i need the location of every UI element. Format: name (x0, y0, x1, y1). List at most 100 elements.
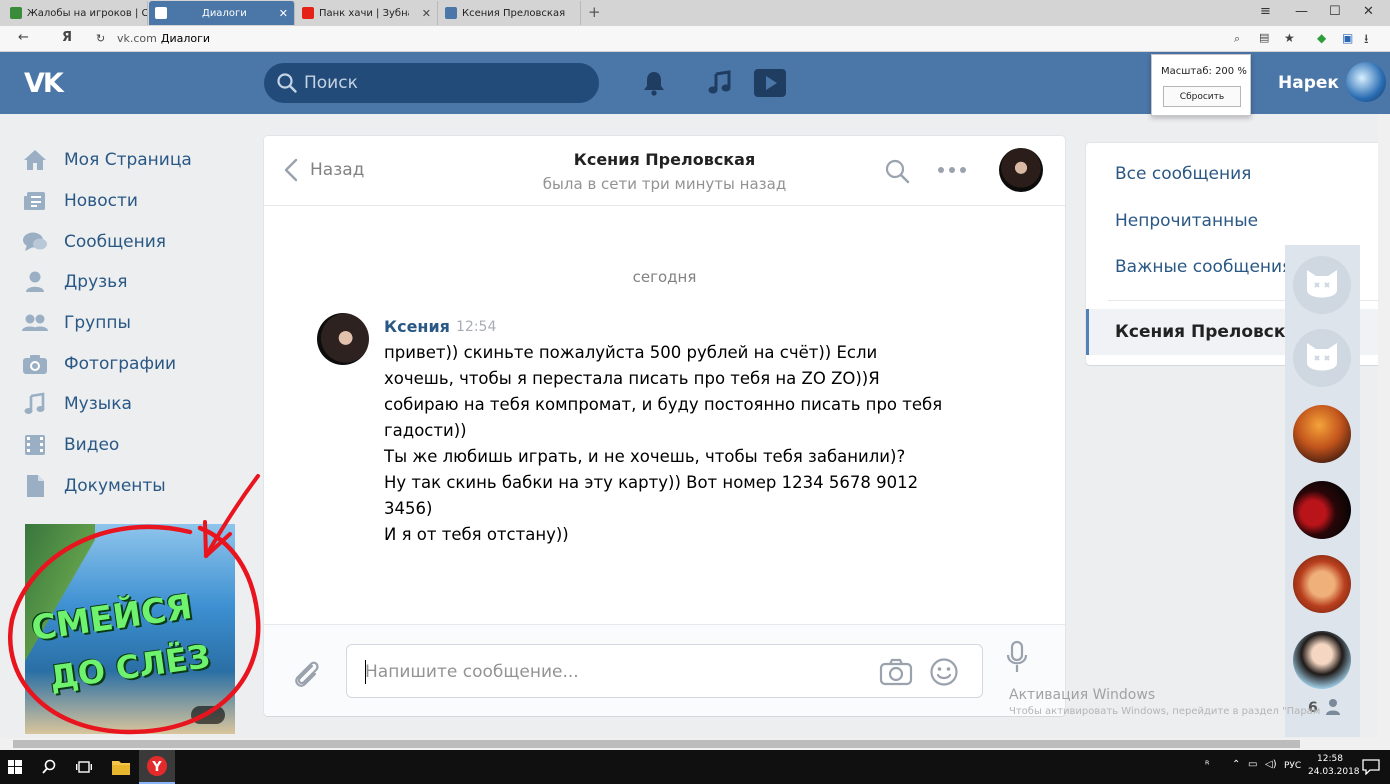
minimize-icon[interactable]: — (1295, 4, 1308, 19)
search-input[interactable] (304, 71, 584, 95)
filter-important[interactable]: Важные сообщения (1115, 257, 1292, 277)
reader-icon[interactable]: ▤ (1259, 31, 1269, 44)
network-icon[interactable]: ▭ (1248, 759, 1257, 770)
message-input[interactable] (365, 659, 855, 685)
day-separator: сегодня (632, 268, 697, 286)
friend-avatar[interactable] (1293, 256, 1351, 314)
sidebar-item-label: Сообщения (64, 231, 167, 252)
scrollbar-thumb[interactable] (13, 740, 1300, 748)
person-icon[interactable] (1325, 698, 1341, 716)
sidebar-item-news[interactable]: Новости (22, 181, 242, 222)
search-icon[interactable] (884, 158, 910, 184)
active-dialog-label: Ксения Преловская (1115, 322, 1308, 342)
download-icon[interactable]: ⭳ (1364, 30, 1369, 52)
notifications-icon[interactable] (1362, 759, 1380, 775)
camera-icon (22, 351, 48, 377)
sidebar-item-messages[interactable]: Сообщения (22, 221, 242, 262)
url-field[interactable]: vk.com Диалоги (117, 32, 210, 45)
activation-watermark-title: Активация Windows (1009, 687, 1156, 703)
friend-avatar[interactable] (1293, 631, 1351, 689)
search-icon (277, 73, 297, 93)
search-box[interactable] (264, 63, 599, 103)
tab-punk[interactable]: Панк хачи | Зубная щ ✕ (296, 1, 438, 25)
home-icon (22, 147, 48, 173)
zoom-icon[interactable]: ⌕ (1234, 32, 1240, 46)
tab-label: Ксения Преловская (462, 7, 566, 19)
more-icon[interactable] (937, 166, 967, 174)
zoom-reset-button[interactable]: Сбросить (1163, 86, 1241, 107)
extension2-icon[interactable]: ▣ (1342, 31, 1353, 45)
groups-icon (22, 310, 48, 336)
play-icon[interactable] (752, 67, 788, 99)
microphone-icon[interactable] (1006, 640, 1028, 674)
close-tab-icon[interactable]: ✕ (416, 7, 431, 20)
smile-icon[interactable] (929, 657, 959, 687)
filter-all-messages[interactable]: Все сообщения (1115, 164, 1251, 184)
tab-ksenia[interactable]: Ксения Преловская (439, 1, 581, 25)
music-note-icon[interactable] (706, 69, 734, 97)
task-view-icon[interactable] (76, 760, 92, 774)
yandex-browser-icon: Y (147, 756, 167, 776)
browser-tab-bar: Жалобы на игроков | Стра Диалоги ✕ Панк … (0, 0, 1390, 26)
chat-header: Назад Ксения Преловская была в сети три … (264, 136, 1065, 206)
sidebar-item-video[interactable]: Видео (22, 425, 242, 466)
close-tab-icon[interactable]: ✕ (273, 7, 288, 20)
chat-panel: Назад Ксения Преловская была в сети три … (264, 136, 1065, 716)
friend-avatar[interactable] (1293, 481, 1351, 539)
camera-icon[interactable] (879, 657, 913, 687)
volume-icon[interactable]: ◁) (1265, 759, 1277, 770)
friend-avatar[interactable] (1293, 405, 1351, 463)
keyboard-language[interactable]: РУС (1284, 761, 1301, 771)
sidebar-item-groups[interactable]: Группы (22, 303, 242, 344)
search-icon[interactable] (42, 759, 56, 775)
sidebar-item-music[interactable]: Музыка (22, 384, 242, 425)
windows-start-icon[interactable] (8, 760, 22, 774)
yandex-browser-taskbar-item[interactable]: Y (139, 750, 175, 784)
message-line: Ну так скинь бабки на эту карту)) Вот но… (384, 473, 919, 492)
bookmark-star-icon[interactable]: ★ (1284, 31, 1295, 45)
vk-logo[interactable]: VK (24, 68, 64, 99)
bell-icon[interactable] (640, 69, 668, 97)
yandex-logo-icon[interactable]: Я (62, 30, 72, 45)
maximize-icon[interactable]: ☐ (1329, 4, 1341, 19)
message-time[interactable]: 12:54 (456, 319, 496, 335)
default-dog-avatar-icon (1307, 270, 1337, 298)
horizontal-scrollbar[interactable] (0, 738, 1390, 750)
messages-icon (22, 229, 48, 255)
zoom-popup: Масштаб: 200 % Сбросить (1151, 54, 1251, 116)
extension-icon[interactable]: ◆ (1317, 31, 1326, 45)
message-line: 3456) (384, 499, 433, 518)
sidebar-item-my-page[interactable]: Моя Страница (22, 140, 242, 181)
tab-label: Панк хачи | Зубная щ (319, 7, 409, 19)
friend-avatar[interactable] (1293, 555, 1351, 613)
avatar[interactable] (317, 313, 369, 365)
avatar[interactable] (1346, 62, 1386, 102)
url-title: Диалоги (160, 32, 211, 45)
reload-icon[interactable]: ↻ (96, 32, 105, 45)
people-icon[interactable]: ᴿ (1205, 760, 1209, 771)
message-input-box[interactable] (346, 644, 983, 698)
default-dog-avatar-icon (1307, 343, 1337, 371)
message-author[interactable]: Ксения (384, 317, 450, 336)
sidebar-item-photos[interactable]: Фотографии (22, 343, 242, 384)
peer-status: была в сети три минуты назад (542, 175, 787, 193)
sidebar-item-friends[interactable]: Друзья (22, 262, 242, 303)
back-arrow-icon[interactable]: ← (18, 30, 29, 45)
tab-complaints[interactable]: Жалобы на игроков | Стра (4, 1, 148, 25)
vertical-scrollbar[interactable] (1378, 114, 1390, 738)
avatar[interactable] (999, 148, 1043, 192)
filter-unread[interactable]: Непрочитанные (1115, 211, 1258, 231)
folder-icon[interactable] (112, 759, 130, 775)
tab-dialogs[interactable]: Диалоги ✕ (149, 1, 295, 25)
friend-avatar[interactable] (1293, 329, 1351, 387)
menu-icon[interactable]: ≡ (1260, 4, 1271, 19)
message-composer (264, 624, 1065, 716)
close-window-icon[interactable]: ✕ (1363, 4, 1374, 19)
sidebar-item-label: Моя Страница (64, 150, 192, 171)
paperclip-icon[interactable] (290, 657, 322, 691)
clock[interactable]: 12:58 24.03.2018 (1308, 753, 1360, 779)
vk-favicon-icon (445, 7, 457, 19)
new-tab-button[interactable]: + (588, 3, 601, 21)
tray-chevron-icon[interactable]: ⌃ (1232, 759, 1240, 770)
user-name[interactable]: Нарек (1278, 73, 1339, 93)
